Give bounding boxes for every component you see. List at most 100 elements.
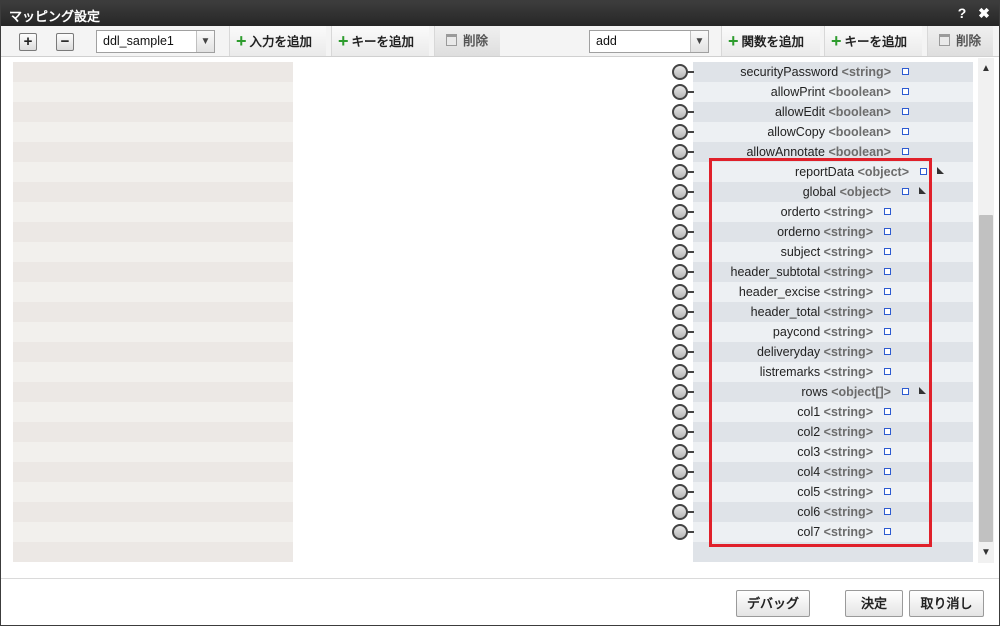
connector-circle-icon <box>672 64 688 80</box>
connector-node-icon[interactable] <box>672 264 694 280</box>
connector-node-icon[interactable] <box>672 104 694 120</box>
connector-node-icon[interactable] <box>672 324 694 340</box>
scroll-up-icon[interactable]: ▲ <box>978 61 994 77</box>
collapse-all-button[interactable]: − <box>56 33 74 51</box>
connector-node-icon[interactable] <box>672 184 694 200</box>
toolbar: + − ddl_sample1 ▼ + 入力を追加 + キーを追加 削除 add ▼… <box>1 26 999 57</box>
output-port-icon[interactable] <box>902 128 909 135</box>
input-row <box>13 322 293 342</box>
connector-circle-icon <box>672 204 688 220</box>
connector-node-icon[interactable] <box>672 344 694 360</box>
connector-circle-icon <box>672 324 688 340</box>
input-row <box>13 242 293 262</box>
connector-node-icon[interactable] <box>672 64 694 80</box>
output-row[interactable]: allowEdit <boolean> <box>693 102 973 122</box>
output-port-icon[interactable] <box>902 88 909 95</box>
connector-circle-icon <box>672 464 688 480</box>
connector-node-icon[interactable] <box>672 464 694 480</box>
dialog-footer: デバッグ 決定 取り消し <box>1 578 999 625</box>
input-row <box>13 422 293 442</box>
add-input-button[interactable]: + 入力を追加 <box>229 26 326 56</box>
output-field-label: allowCopy <boolean> <box>767 125 891 139</box>
connector-stem <box>687 171 694 173</box>
connector-node-icon[interactable] <box>672 384 694 400</box>
connector-circle-icon <box>672 224 688 240</box>
connector-node-icon[interactable] <box>672 204 694 220</box>
input-row <box>13 142 293 162</box>
delete-right-button[interactable]: 削除 <box>927 26 993 56</box>
input-row <box>13 502 293 522</box>
connector-node-icon[interactable] <box>672 364 694 380</box>
connector-circle-icon <box>672 424 688 440</box>
output-field-label: securityPassword <string> <box>740 65 891 79</box>
add-function-button[interactable]: + 関数を追加 <box>721 26 820 56</box>
add-key-right-label: キーを追加 <box>844 35 908 49</box>
connector-node-icon[interactable] <box>672 524 694 540</box>
connector-circle-icon <box>672 244 688 260</box>
connector-node-icon[interactable] <box>672 164 694 180</box>
connector-stem <box>687 191 694 193</box>
connector-node-icon[interactable] <box>672 244 694 260</box>
connector-circle-icon <box>672 484 688 500</box>
connector-stem <box>687 311 694 313</box>
delete-left-button[interactable]: 削除 <box>434 26 500 56</box>
help-button[interactable]: ? <box>953 4 971 22</box>
connector-circle-icon <box>672 444 688 460</box>
vertical-scrollbar[interactable]: ▲ ▼ <box>978 58 994 563</box>
output-field-label: allowPrint <boolean> <box>771 85 891 99</box>
connector-node-icon[interactable] <box>672 144 694 160</box>
expand-all-button[interactable]: + <box>19 33 37 51</box>
output-field-label: allowEdit <boolean> <box>775 105 891 119</box>
connector-node-icon[interactable] <box>672 504 694 520</box>
output-port-icon[interactable] <box>902 148 909 155</box>
input-row <box>13 282 293 302</box>
function-select-value: add <box>596 34 617 48</box>
connector-node-icon[interactable] <box>672 284 694 300</box>
connector-circle-icon <box>672 384 688 400</box>
input-row <box>13 122 293 142</box>
field-name: allowPrint <box>770 85 825 99</box>
output-row[interactable]: allowPrint <boolean> <box>693 82 973 102</box>
connector-node-icon[interactable] <box>672 444 694 460</box>
connector-stem <box>687 431 694 433</box>
input-row <box>13 482 293 502</box>
add-input-label: 入力を追加 <box>249 35 313 49</box>
connector-stem <box>687 531 694 533</box>
connector-node-icon[interactable] <box>672 124 694 140</box>
input-source-select[interactable]: ddl_sample1 ▼ <box>96 30 215 53</box>
input-row <box>13 442 293 462</box>
output-row[interactable]: securityPassword <string> <box>693 62 973 82</box>
output-row[interactable]: allowCopy <boolean> <box>693 122 973 142</box>
delete-left-label: 削除 <box>463 34 489 48</box>
connector-node-icon[interactable] <box>672 304 694 320</box>
input-row <box>13 262 293 282</box>
scrollbar-thumb[interactable] <box>979 215 993 542</box>
add-key-right-button[interactable]: + キーを追加 <box>824 26 922 56</box>
field-type: <boolean> <box>828 85 891 99</box>
connector-stem <box>687 391 694 393</box>
scroll-down-icon[interactable]: ▼ <box>978 545 994 561</box>
connector-stem <box>687 471 694 473</box>
output-port-icon[interactable] <box>902 108 909 115</box>
output-field-label: allowAnnotate <boolean> <box>746 145 891 159</box>
connector-node-icon[interactable] <box>672 84 694 100</box>
output-port-icon[interactable] <box>902 68 909 75</box>
expand-triangle-icon[interactable] <box>937 167 944 174</box>
connector-node-icon[interactable] <box>672 224 694 240</box>
chevron-down-icon: ▼ <box>690 31 708 52</box>
cancel-button[interactable]: 取り消し <box>909 590 984 617</box>
add-function-label: 関数を追加 <box>741 35 805 49</box>
chevron-down-icon: ▼ <box>196 31 214 52</box>
connector-node-icon[interactable] <box>672 404 694 420</box>
connector-node-icon[interactable] <box>672 484 694 500</box>
function-select[interactable]: add ▼ <box>589 30 709 53</box>
add-key-left-label: キーを追加 <box>351 35 415 49</box>
debug-button[interactable]: デバッグ <box>736 590 810 617</box>
add-key-left-button[interactable]: + キーを追加 <box>331 26 429 56</box>
connector-node-icon[interactable] <box>672 424 694 440</box>
connector-stem <box>687 211 694 213</box>
ok-button[interactable]: 決定 <box>845 590 903 617</box>
plus-icon: + <box>236 31 247 51</box>
close-button[interactable]: ✖ <box>975 4 993 22</box>
input-row <box>13 182 293 202</box>
